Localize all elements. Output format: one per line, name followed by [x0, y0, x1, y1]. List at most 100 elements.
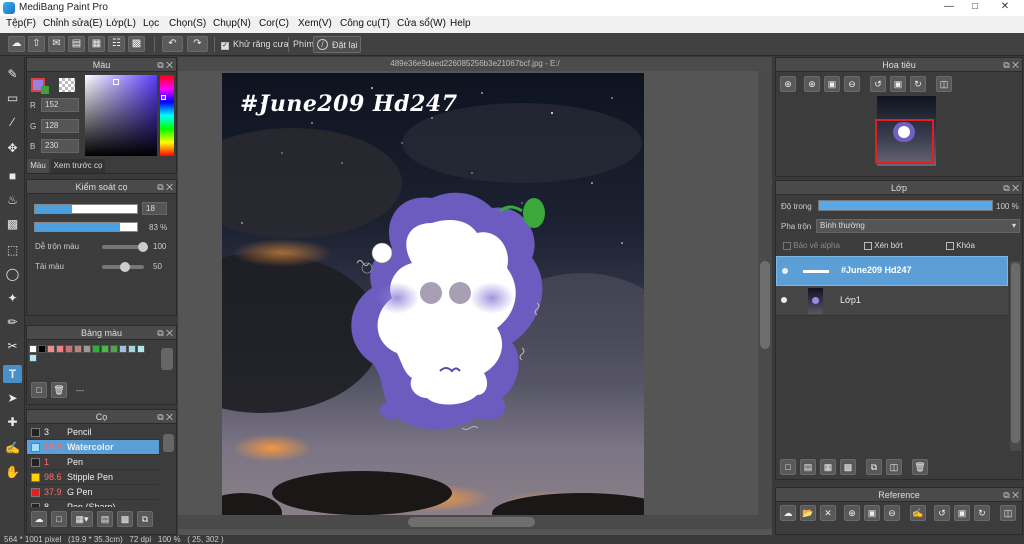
- zoom-in-icon[interactable]: ⊕: [780, 76, 796, 92]
- palette-swatch[interactable]: [47, 345, 55, 353]
- layer-row-layer1[interactable]: Lớp1: [776, 286, 1008, 316]
- reset-button[interactable]: / Đặt lại: [313, 36, 361, 53]
- lasso-tool-icon[interactable]: ◯: [3, 265, 22, 283]
- page-icon[interactable]: ▦: [88, 36, 105, 52]
- reference-cloud-icon[interactable]: ☁: [780, 505, 796, 521]
- reference-zoom-in-icon[interactable]: ⊕: [844, 505, 860, 521]
- tiles-icon[interactable]: ▩: [128, 36, 145, 52]
- transparent-swatch[interactable]: [59, 78, 75, 92]
- panel-controls-icon[interactable]: ⧉ ✕: [1003, 488, 1019, 502]
- menu-filter[interactable]: Lọc: [143, 18, 159, 29]
- reference-fit-icon[interactable]: ▣: [864, 505, 880, 521]
- delete-palette-icon[interactable]: 🗑: [51, 382, 67, 398]
- reference-close-icon[interactable]: ✕: [820, 505, 836, 521]
- text-tool-icon[interactable]: T: [3, 365, 22, 383]
- gradient-tool-icon[interactable]: ▩: [3, 215, 22, 233]
- reference-fit-screen-icon[interactable]: ▣: [954, 505, 970, 521]
- grid-icon[interactable]: ☷: [108, 36, 125, 52]
- sub-color-swatch[interactable]: [41, 86, 49, 94]
- redo-icon[interactable]: ↷: [187, 36, 208, 52]
- tab-color[interactable]: Màu: [27, 159, 49, 173]
- close-icon[interactable]: ✕: [994, 1, 1016, 14]
- cloud-brush-icon[interactable]: ☁: [31, 511, 47, 527]
- minimize-icon[interactable]: —: [938, 1, 960, 14]
- new-halftone-layer-icon[interactable]: ▤: [800, 459, 816, 475]
- layer-scrollbar[interactable]: [1010, 261, 1021, 451]
- brush-item[interactable]: 37.9 G Pen: [27, 485, 159, 500]
- reference-eyedropper-icon[interactable]: ✍: [910, 505, 926, 521]
- document-tab[interactable]: 489e36e9daed226085256b3e21067bcf.jpg - E…: [178, 57, 772, 71]
- palette-swatch[interactable]: [101, 345, 109, 353]
- brush-item[interactable]: 8 Pen (Sharp): [27, 500, 159, 507]
- tab-brush-preview[interactable]: Xem trước cọ: [51, 159, 105, 173]
- panel-controls-icon[interactable]: ⧉ ✕: [157, 326, 173, 340]
- menu-file[interactable]: Tệp(F): [6, 18, 36, 29]
- zoom-in-2-icon[interactable]: ⊕: [804, 76, 820, 92]
- reference-flip-icon[interactable]: ◫: [1000, 505, 1016, 521]
- palette-swatch[interactable]: [56, 345, 64, 353]
- magic-wand-tool-icon[interactable]: ✦: [3, 289, 22, 307]
- divide-tool-icon[interactable]: ✚: [3, 413, 22, 431]
- brush-item[interactable]: 1 Pen: [27, 455, 159, 470]
- rect-fill-tool-icon[interactable]: ■: [3, 167, 22, 185]
- brush-size-field[interactable]: 18: [142, 202, 167, 215]
- duplicate-layer-icon[interactable]: ⧉: [866, 459, 882, 475]
- panel-controls-icon[interactable]: ⧉ ✕: [1003, 181, 1019, 195]
- horizontal-scrollbar[interactable]: [178, 515, 772, 529]
- panel-controls-icon[interactable]: ⧉ ✕: [157, 180, 173, 194]
- hand-tool-icon[interactable]: ✋: [3, 463, 22, 481]
- delete-layer-icon[interactable]: 🗑: [912, 459, 928, 475]
- eraser-tool-icon[interactable]: ▭: [3, 89, 22, 107]
- rotate-left-icon[interactable]: ↺: [870, 76, 886, 92]
- menu-view[interactable]: Xem(V): [298, 18, 332, 29]
- menu-color[interactable]: Cor(C): [259, 18, 289, 29]
- layer-row-text[interactable]: #June209 Hd247: [776, 256, 1008, 286]
- palette-swatch[interactable]: [110, 345, 118, 353]
- menu-window[interactable]: Cửa sổ(W): [397, 18, 446, 29]
- reference-open-icon[interactable]: 📂: [800, 505, 816, 521]
- palette-swatch[interactable]: [83, 345, 91, 353]
- artwork-canvas[interactable]: #June209 Hd247: [222, 73, 644, 515]
- vertical-scrollbar[interactable]: [758, 71, 772, 515]
- zoom-out-icon[interactable]: ⊖: [844, 76, 860, 92]
- select-eraser-tool-icon[interactable]: ✂: [3, 337, 22, 355]
- layer-opacity-slider[interactable]: [818, 200, 993, 211]
- share-icon[interactable]: ⇧: [28, 36, 45, 52]
- r-value-field[interactable]: 152: [41, 98, 79, 112]
- eye-icon[interactable]: [781, 297, 787, 303]
- palette-swatch[interactable]: [65, 345, 73, 353]
- operation-tool-icon[interactable]: ➤: [3, 389, 22, 407]
- menu-capture[interactable]: Chụp(N): [213, 18, 251, 29]
- palette-swatch[interactable]: [29, 354, 37, 362]
- select-pen-tool-icon[interactable]: ✏: [3, 313, 22, 331]
- panel-controls-icon[interactable]: ⧉ ✕: [1003, 58, 1019, 72]
- brush-opacity-slider[interactable]: [34, 222, 138, 232]
- blend-mode-select[interactable]: Bình thường ▾: [816, 219, 1020, 233]
- palette-swatch[interactable]: [74, 345, 82, 353]
- brush-item[interactable]: 18.8 Watercolor: [27, 440, 159, 455]
- panel-controls-icon[interactable]: ⧉ ✕: [157, 58, 173, 72]
- rect-select-tool-icon[interactable]: ⬚: [3, 241, 22, 259]
- palette-swatch[interactable]: [137, 345, 145, 353]
- fit-screen-icon[interactable]: ▣: [890, 76, 906, 92]
- brush-item[interactable]: 3 Pencil: [27, 425, 159, 440]
- palette-scrollbar[interactable]: [161, 348, 173, 370]
- vertical-scroll-thumb[interactable]: [760, 261, 770, 349]
- panel-controls-icon[interactable]: ⧉ ✕: [157, 410, 173, 424]
- lock-checkbox[interactable]: Khóa: [946, 241, 975, 250]
- undo-icon[interactable]: ↶: [162, 36, 183, 52]
- menu-edit[interactable]: Chỉnh sửa(E): [43, 18, 103, 29]
- new-folder-icon[interactable]: ▩: [840, 459, 856, 475]
- menu-select[interactable]: Chọn(S): [169, 18, 206, 29]
- g-value-field[interactable]: 128: [41, 119, 79, 133]
- blend-slider-knob[interactable]: [138, 242, 148, 252]
- hue-slider[interactable]: [160, 75, 174, 156]
- palette-swatch[interactable]: [29, 345, 37, 353]
- eye-icon[interactable]: [782, 268, 788, 274]
- bucket-tool-icon[interactable]: ♨: [3, 191, 22, 209]
- horizontal-scroll-thumb[interactable]: [408, 517, 535, 527]
- new-8bit-layer-icon[interactable]: ▦: [820, 459, 836, 475]
- palette-swatch[interactable]: [38, 345, 46, 353]
- palette-swatch[interactable]: [128, 345, 136, 353]
- brush-tool-icon[interactable]: ✎: [3, 65, 22, 83]
